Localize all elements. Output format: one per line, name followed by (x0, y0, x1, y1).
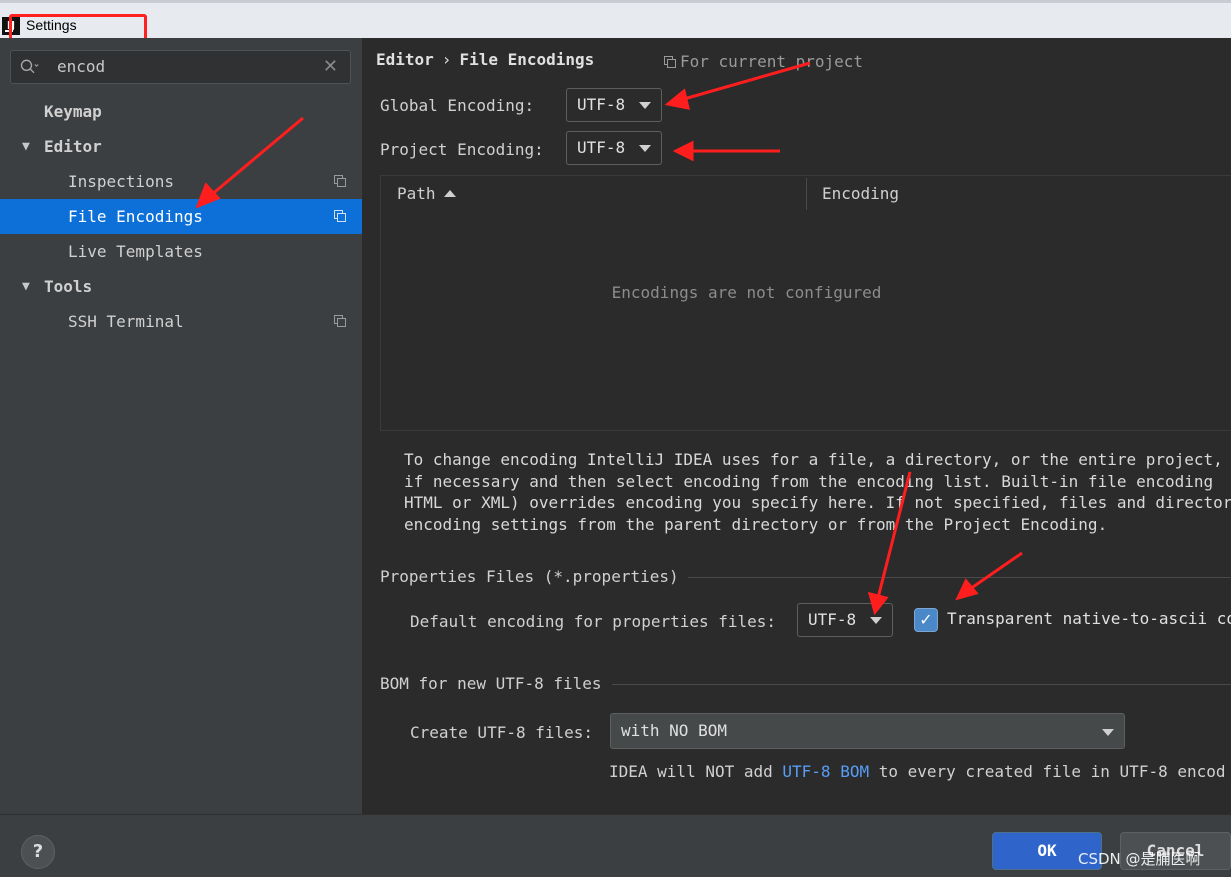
chevron-down-icon (1102, 729, 1114, 736)
search-value: encod (57, 57, 106, 76)
search-input[interactable]: encod ✕ (10, 50, 351, 84)
section-divider (612, 684, 1231, 685)
chevron-down-icon[interactable]: ▼ (22, 269, 30, 304)
dialog-footer: ? OK Cancel (0, 814, 1231, 877)
checkmark-icon: ✓ (919, 610, 933, 629)
help-line: HTML or XML) overrides encoding you spec… (404, 493, 1231, 513)
transparent-native-to-ascii-label[interactable]: Transparent native-to-ascii co (947, 609, 1231, 628)
help-line: encoding settings from the parent direct… (404, 515, 1108, 535)
chevron-down-icon (639, 145, 651, 152)
chevron-down-icon (639, 102, 651, 109)
scope-indicator: For current project (664, 52, 863, 71)
project-scope-icon (334, 315, 346, 327)
scope-label: For current project (680, 52, 864, 71)
column-header-encoding[interactable]: Encoding (822, 176, 899, 212)
help-line: if necessary and then select encoding fr… (404, 471, 1214, 491)
sidebar-item-label: Editor (44, 137, 102, 156)
help-line: To change encoding IntelliJ IDEA uses fo… (404, 450, 1223, 469)
breadcrumb-editor[interactable]: Editor (376, 50, 434, 69)
bom-note-text: to every created file in UTF-8 encod (869, 762, 1226, 781)
section-divider (688, 577, 1231, 578)
breadcrumb-separator: › (441, 50, 452, 69)
project-scope-icon (334, 175, 346, 187)
window-titlebar: IJ Settings (0, 0, 1231, 38)
settings-sidebar: encod ✕ Keymap ▼ Editor Inspections File… (0, 38, 362, 814)
utf8-bom-link[interactable]: UTF-8 BOM (782, 762, 869, 781)
sidebar-item-label: Inspections (68, 172, 174, 191)
properties-section-title: Properties Files (*.properties) (380, 567, 679, 586)
search-icon (20, 59, 39, 74)
sidebar-item-label: File Encodings (68, 207, 203, 226)
create-utf8-select[interactable]: with NO BOM (610, 713, 1125, 749)
sidebar-item-live-templates[interactable]: Live Templates (0, 234, 362, 269)
sidebar-item-file-encodings[interactable]: File Encodings (0, 199, 362, 234)
properties-encoding-value: UTF-8 (808, 610, 857, 629)
project-encoding-label: Project Encoding: (380, 140, 544, 159)
chevron-down-icon (870, 617, 882, 624)
table-empty-message: Encodings are not configured (611, 283, 882, 302)
column-header-label: Path (397, 184, 436, 203)
bom-note-text: IDEA will NOT add (609, 762, 783, 781)
column-divider[interactable] (806, 178, 807, 210)
settings-content: Editor › File Encodings For current projec… (362, 38, 1231, 814)
global-encoding-label: Global Encoding: (380, 96, 535, 115)
sidebar-item-inspections[interactable]: Inspections (0, 164, 362, 199)
project-scope-icon (334, 210, 346, 222)
sidebar-item-editor[interactable]: ▼ Editor (0, 129, 362, 164)
sidebar-item-tools[interactable]: ▼ Tools (0, 269, 362, 304)
breadcrumb: Editor › File Encodings (376, 50, 594, 69)
create-utf8-value: with NO BOM (621, 721, 727, 740)
create-utf8-label: Create UTF-8 files: (410, 723, 594, 742)
project-encoding-value: UTF-8 (577, 138, 626, 157)
properties-encoding-select[interactable]: UTF-8 (797, 603, 893, 637)
sidebar-item-ssh-terminal[interactable]: SSH Terminal (0, 304, 362, 339)
sidebar-item-label: Tools (44, 277, 93, 296)
column-header-label: Encoding (822, 184, 900, 203)
properties-encoding-label: Default encoding for properties files: (410, 612, 777, 631)
bom-note: IDEA will NOT add UTF-8 BOM to every cre… (609, 762, 1226, 781)
project-encoding-select[interactable]: UTF-8 (566, 131, 662, 165)
global-encoding-select[interactable]: UTF-8 (566, 88, 662, 122)
global-encoding-value: UTF-8 (577, 95, 626, 114)
csdn-watermark: CSDN @是脯医啊 (1078, 850, 1201, 868)
help-button[interactable]: ? (21, 835, 55, 869)
chevron-down-icon[interactable]: ▼ (22, 129, 30, 164)
close-icon[interactable]: ✕ (323, 56, 338, 77)
bom-section-title: BOM for new UTF-8 files (380, 674, 602, 693)
transparent-native-to-ascii-checkbox[interactable]: ✓ (914, 608, 938, 632)
sidebar-item-label: Live Templates (68, 242, 203, 261)
sidebar-item-keymap[interactable]: Keymap (0, 94, 362, 129)
encodings-table[interactable]: Path Encoding Encodings are not configur… (380, 175, 1231, 431)
project-scope-icon (664, 56, 676, 68)
column-header-path[interactable]: Path (397, 176, 456, 212)
sidebar-item-label: SSH Terminal (68, 312, 184, 331)
breadcrumb-file-encodings: File Encodings (459, 50, 595, 69)
sidebar-item-label: Keymap (44, 102, 102, 121)
encoding-help-text: To change encoding IntelliJ IDEA uses fo… (404, 449, 1231, 536)
sort-ascending-icon (443, 190, 456, 197)
